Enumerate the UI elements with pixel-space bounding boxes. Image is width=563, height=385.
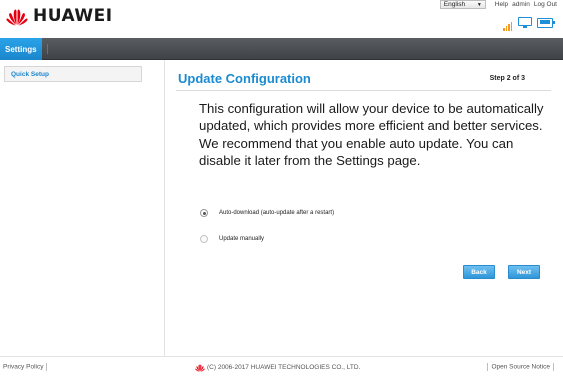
tab-settings[interactable]: Settings [0, 38, 42, 60]
title-divider [176, 90, 551, 91]
help-link[interactable]: Help [495, 1, 508, 8]
update-manually-label: Update manually [219, 236, 265, 242]
top-header: HUAWEI English ▼ Help admin Log Out [0, 0, 563, 38]
sidebar-item-quick-setup[interactable]: Quick Setup [4, 66, 142, 82]
option-update-manually[interactable]: Update manually [200, 235, 264, 243]
footer: Privacy Policy (C) 2006-2017 HUAWEI TECH… [0, 357, 563, 385]
brand-name: HUAWEI [33, 6, 113, 26]
option-auto-download[interactable]: Auto-download (auto-update after a resta… [200, 209, 334, 217]
signal-icon [503, 18, 513, 31]
sidebar: Quick Setup [0, 60, 165, 356]
page-title: Update Configuration [178, 71, 311, 86]
nav-divider [47, 44, 48, 54]
auto-download-label: Auto-download (auto-update after a resta… [219, 210, 335, 216]
status-icons [498, 17, 555, 31]
language-select[interactable]: English ▼ [439, 0, 486, 9]
main-content: Update Configuration Step 2 of 3 This co… [166, 60, 563, 356]
update-manually-radio[interactable] [200, 235, 208, 243]
huawei-flower-small-icon [195, 364, 205, 372]
footer-separator [46, 363, 48, 371]
copyright: (C) 2006-2017 HUAWEI TECHNOLOGIES CO., L… [195, 363, 360, 372]
back-button[interactable]: Back [463, 265, 495, 279]
huawei-logo: HUAWEI [6, 6, 113, 26]
battery-icon [537, 17, 555, 28]
top-links: English ▼ Help admin Log Out [439, 0, 557, 9]
huawei-flower-icon [6, 9, 28, 26]
step-indicator: Step 2 of 3 [489, 75, 525, 82]
logout-link[interactable]: Log Out [534, 1, 557, 8]
copyright-text: (C) 2006-2017 HUAWEI TECHNOLOGIES CO., L… [207, 364, 361, 371]
privacy-policy-link[interactable]: Privacy Policy [3, 363, 50, 371]
description-text: This configuration will allow your devic… [199, 101, 544, 168]
computer-icon [518, 17, 532, 28]
chevron-down-icon: ▼ [476, 1, 482, 8]
open-source-notice-link[interactable]: Open Source Notice [484, 363, 557, 371]
main-nav: Settings [0, 38, 563, 60]
next-button[interactable]: Next [508, 265, 540, 279]
footer-separator [487, 363, 489, 371]
footer-separator [553, 363, 554, 371]
language-value: English [443, 1, 466, 8]
username-label: admin [512, 1, 530, 8]
open-source-notice-label: Open Source Notice [491, 363, 550, 371]
privacy-policy-label: Privacy Policy [3, 363, 44, 371]
auto-download-radio[interactable] [200, 209, 208, 217]
